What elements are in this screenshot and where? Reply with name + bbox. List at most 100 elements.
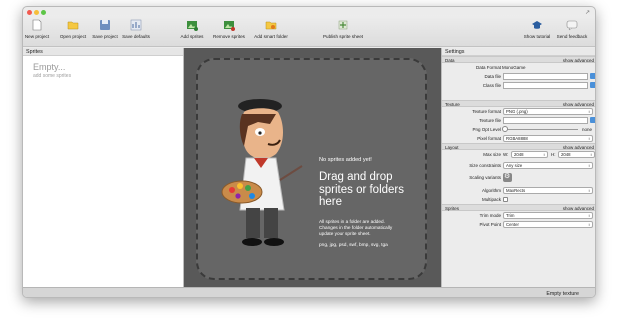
data-file-input[interactable] — [503, 73, 588, 80]
send-feedback-button[interactable]: Send feedback — [552, 16, 592, 39]
painter-mascot-illustration — [221, 99, 303, 246]
add-smart-folder-label: Add smart folder — [254, 34, 288, 39]
pivot-point-row: Pivot Point Center — [442, 220, 595, 229]
pivot-point-label: Pivot Point — [479, 222, 501, 227]
gear-icon: ⚙ — [504, 173, 511, 180]
multipack-checkbox[interactable] — [503, 197, 508, 202]
data-file-label: Data file — [484, 74, 501, 79]
sprites-empty-hint: add some sprites — [33, 73, 72, 79]
add-sprites-button[interactable]: Add sprites — [172, 16, 212, 39]
size-constraints-row: Size constraints Any size — [442, 161, 595, 170]
no-sprites-message: No sprites added yet! — [319, 157, 372, 163]
smart-folder-icon — [265, 21, 277, 30]
save-icon — [100, 20, 110, 30]
show-tutorial-label: Show tutorial — [523, 34, 551, 39]
data-format-row: Data Format MonoGame — [442, 63, 595, 72]
remove-sprites-icon — [224, 21, 235, 31]
publish-label: Publish sprite sheet — [322, 34, 364, 39]
status-text: Empty texture — [546, 291, 579, 297]
scaling-variants-gear-button[interactable]: ⚙ — [503, 173, 512, 182]
trim-mode-row: Trim mode Trim — [442, 211, 595, 220]
add-sprites-icon — [187, 21, 198, 31]
layout-section-header: Layout show advanced — [442, 143, 595, 150]
settings-panel: Settings Data show advanced Data Format … — [441, 48, 595, 287]
trim-mode-label: Trim mode — [479, 213, 501, 218]
sprites-panel-header: Sprites — [23, 48, 183, 56]
new-document-icon — [32, 19, 42, 31]
texture-format-label: Texture format — [472, 109, 501, 114]
save-project-label: Save project — [92, 34, 118, 39]
drop-zone[interactable]: No sprites added yet! Drag and drop spri… — [196, 58, 427, 280]
data-section-header: Data show advanced — [442, 56, 595, 63]
trim-mode-select[interactable]: Trim — [503, 212, 593, 219]
add-smart-folder-button[interactable]: Add smart folder — [251, 16, 291, 39]
sprite-preview-area[interactable]: No sprites added yet! Drag and drop spri… — [184, 48, 441, 287]
settings-header: Settings — [442, 48, 595, 56]
save-defaults-label: Save defaults — [122, 34, 150, 39]
app-window: ↗ New project Open project Save project … — [22, 6, 596, 298]
data-format-value[interactable]: MonoGame — [502, 65, 526, 70]
status-bar: Empty texture — [23, 287, 595, 297]
max-width-label: W: — [503, 152, 509, 157]
sprites-section-title: Sprites — [445, 206, 460, 211]
pixel-format-label: Pixel format — [477, 136, 501, 141]
send-feedback-label: Send feedback — [556, 34, 588, 39]
defaults-icon — [130, 19, 142, 31]
toolbar: New project Open project Save project Sa… — [23, 15, 595, 47]
png-opt-row: Png Opt Level none — [442, 125, 595, 134]
show-tutorial-button[interactable]: Show tutorial — [517, 16, 557, 39]
max-height-label: H: — [551, 152, 556, 157]
texture-file-label: Texture file — [479, 118, 501, 123]
data-file-row: Data file — [442, 72, 595, 81]
texture-show-advanced-link[interactable]: show advanced — [563, 101, 594, 107]
publish-sprite-sheet-button[interactable]: Publish sprite sheet — [323, 16, 363, 39]
layout-show-advanced-link[interactable]: show advanced — [563, 144, 594, 150]
data-file-folder-icon[interactable] — [590, 73, 595, 79]
texture-format-row: Texture format PNG (.png) — [442, 107, 595, 116]
multipack-row: Multipack — [442, 195, 595, 204]
png-opt-slider[interactable] — [504, 129, 578, 130]
open-project-label: Open project — [59, 34, 87, 39]
scaling-variants-row: Scaling variants ⚙ — [442, 170, 595, 186]
pivot-point-select[interactable]: Center — [503, 221, 593, 228]
size-constraints-label: Size constraints — [469, 163, 501, 168]
remove-sprites-button[interactable]: Remove sprites — [209, 16, 249, 39]
sprites-empty-title: Empty... — [33, 62, 66, 72]
texture-format-select[interactable]: PNG (.png) — [503, 108, 593, 115]
save-defaults-button[interactable]: Save defaults — [116, 16, 156, 39]
drag-drop-headline: Drag and drop sprites or folders here — [319, 171, 405, 208]
max-size-label: Max size — [483, 152, 501, 157]
max-width-select[interactable]: 2048 — [511, 151, 548, 158]
algorithm-label: Algorithm — [481, 188, 501, 193]
graduation-cap-icon — [532, 21, 542, 29]
png-opt-label: Png Opt Level — [472, 127, 501, 132]
max-size-row: Max size W: 2048 H: 2048 — [442, 150, 595, 161]
pixel-format-row: Pixel format RGBA8888 — [442, 134, 595, 143]
remove-sprites-label: Remove sprites — [213, 34, 245, 39]
algorithm-row: Algorithm MaxRects — [442, 186, 595, 195]
png-opt-slider-knob[interactable] — [502, 126, 508, 132]
sprites-show-advanced-link[interactable]: show advanced — [563, 205, 594, 211]
sprites-panel: Sprites Empty... add some sprites — [23, 48, 184, 287]
add-sprites-label: Add sprites — [180, 34, 204, 39]
class-file-label: Class file — [482, 83, 501, 88]
folder-info-text: All sprites in a folder are added. Chang… — [319, 219, 393, 236]
data-show-advanced-link[interactable]: show advanced — [563, 57, 594, 63]
texture-file-input[interactable] — [503, 117, 588, 124]
data-format-label: Data Format — [475, 65, 501, 70]
class-file-folder-icon[interactable] — [590, 82, 595, 88]
new-project-button[interactable]: New project — [23, 16, 57, 39]
texture-file-folder-icon[interactable] — [590, 117, 595, 123]
class-file-input[interactable] — [503, 82, 588, 89]
data-section-spacer — [442, 90, 595, 100]
algorithm-select[interactable]: MaxRects — [503, 187, 593, 194]
scaling-variants-label: Scaling variants — [469, 175, 501, 180]
publish-icon — [338, 20, 348, 30]
pixel-format-select[interactable]: RGBA8888 — [503, 135, 593, 142]
data-section-title: Data — [445, 58, 455, 63]
size-constraints-select[interactable]: Any size — [503, 162, 593, 169]
multipack-label: Multipack — [481, 197, 501, 202]
max-height-select[interactable]: 2048 — [558, 151, 595, 158]
class-file-row: Class file — [442, 81, 595, 90]
texture-section-header: Texture show advanced — [442, 100, 595, 107]
